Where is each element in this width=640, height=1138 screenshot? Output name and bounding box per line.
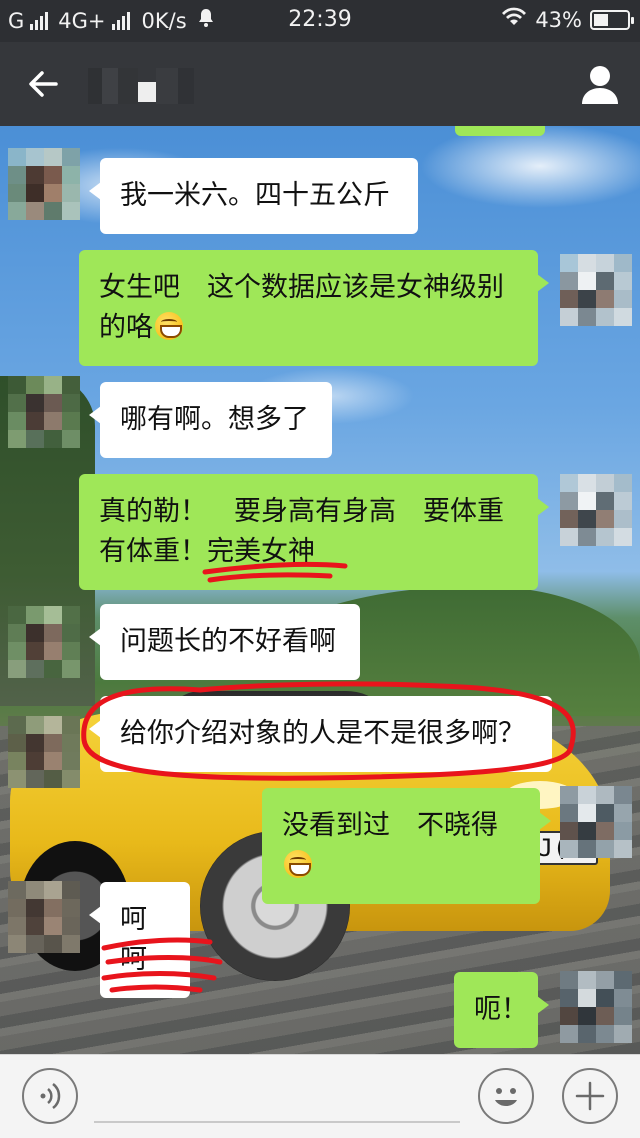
- message-text: 呃！: [474, 994, 528, 1025]
- avatar[interactable]: [8, 148, 80, 220]
- message-text: 问题长的不好看啊: [120, 626, 336, 657]
- message-text: 我一米六。四十五公斤: [120, 180, 390, 211]
- status-right: 43%: [501, 7, 634, 32]
- battery-icon: [590, 9, 634, 30]
- emoji-button[interactable]: [478, 1068, 534, 1124]
- message-bubble-incoming[interactable]: 我一米六。四十五公斤: [89, 158, 418, 234]
- message-bubble-outgoing[interactable]: 没看到过 不晓得: [262, 788, 551, 904]
- avatar[interactable]: [8, 881, 80, 953]
- grinning-emoji-icon: [284, 850, 312, 878]
- message-bubble-incoming[interactable]: 呵呵: [89, 882, 190, 998]
- avatar[interactable]: [8, 376, 80, 448]
- avatar[interactable]: [560, 254, 632, 326]
- message-text-line2a: 有体重！: [99, 536, 207, 567]
- smiley-icon: [495, 1088, 517, 1107]
- message-bubble-incoming[interactable]: 问题长的不好看啊: [89, 604, 360, 680]
- contact-name-censored: [88, 68, 208, 104]
- previous-message-fragment: [455, 126, 545, 136]
- message-input[interactable]: [94, 1075, 460, 1123]
- message-text-line1: 真的勒！ 要身高有身高 要体重: [99, 496, 504, 527]
- contact-profile-button[interactable]: [580, 62, 620, 106]
- arrow-left-icon: [29, 71, 58, 97]
- chat-message-list[interactable]: RJ(我一米六。四十五公斤 女生吧 这个数据应该是女神级别的咯 哪有啊。想多了…: [0, 126, 640, 1054]
- message-bubble-incoming[interactable]: 哪有啊。想多了: [89, 382, 332, 458]
- message-bubble-incoming[interactable]: 给你介绍对象的人是不是很多啊？: [89, 696, 552, 772]
- person-icon: [582, 66, 618, 104]
- message-text: 没看到过 不晓得: [282, 810, 498, 841]
- voice-icon: [40, 1083, 61, 1109]
- battery-percent: 43%: [535, 7, 582, 32]
- battery-fill: [594, 13, 608, 26]
- message-bubble-outgoing[interactable]: 呃！: [454, 972, 549, 1048]
- avatar[interactable]: [8, 716, 80, 788]
- message-text: 呵呵: [120, 904, 147, 975]
- input-bar: [0, 1054, 640, 1138]
- message-bubble-outgoing[interactable]: 真的勒！ 要身高有身高 要体重 有体重！完美女神: [79, 474, 549, 590]
- message-text: 给你介绍对象的人是不是很多啊？: [120, 718, 525, 749]
- message-text: 哪有啊。想多了: [120, 404, 309, 435]
- more-actions-button[interactable]: [562, 1068, 618, 1124]
- grinning-emoji-icon: [155, 312, 183, 340]
- avatar[interactable]: [560, 474, 632, 546]
- avatar[interactable]: [8, 606, 80, 678]
- status-bar: G 4G+ 0K/s 22:39 43%: [0, 0, 640, 42]
- plus-icon: [575, 1081, 605, 1111]
- chat-header: [0, 42, 640, 126]
- voice-input-button[interactable]: [22, 1068, 78, 1124]
- avatar[interactable]: [560, 971, 632, 1043]
- message-text-line2b: 完美女神: [207, 536, 315, 567]
- avatar[interactable]: [560, 786, 632, 858]
- back-button[interactable]: [22, 62, 66, 106]
- message-bubble-outgoing[interactable]: 女生吧 这个数据应该是女神级别的咯: [79, 250, 549, 366]
- wifi-icon: [501, 7, 527, 32]
